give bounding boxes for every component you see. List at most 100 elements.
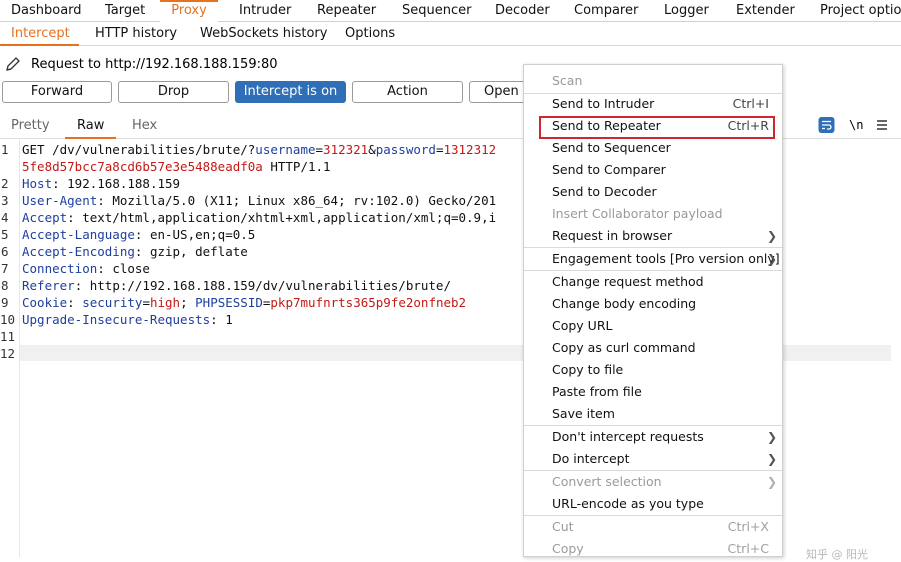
context-menu: Scan Send to Intruder Ctrl+I Send to Repe… <box>523 64 783 557</box>
tab-http-history[interactable]: HTTP history <box>95 22 177 46</box>
header-value: : 192.168.188.159 <box>52 176 181 191</box>
tab-proxy[interactable]: Proxy <box>160 0 218 22</box>
main-tab-bar: Dashboard Target Proxy Intruder Repeater… <box>0 0 901 22</box>
tab-intercept[interactable]: Intercept <box>0 22 79 46</box>
open-browser-button[interactable]: Open B <box>469 81 529 103</box>
header-value: : http://192.168.188.159/dv/vulnerabilit… <box>74 278 451 293</box>
header-value: : 1 <box>210 312 233 327</box>
line-number: 8 <box>1 278 9 293</box>
tab-websockets-history[interactable]: WebSockets history <box>200 22 327 46</box>
header-line: Accept: text/html,application/xhtml+xml,… <box>22 209 496 226</box>
drop-button[interactable]: Drop <box>118 81 229 103</box>
chevron-right-icon: ❯ <box>766 229 777 243</box>
menu-item-convert-selection: Convert selection ❯ <box>524 471 782 493</box>
tab-decoder[interactable]: Decoder <box>495 0 550 22</box>
menu-label: Send to Decoder <box>552 184 657 199</box>
tab-hex[interactable]: Hex <box>132 118 157 133</box>
chevron-right-icon: ❯ <box>766 430 777 444</box>
header-sep: : <box>67 295 83 310</box>
tab-extender[interactable]: Extender <box>736 0 795 22</box>
chevron-right-icon: ❯ <box>766 475 777 489</box>
cookie-value: high <box>149 295 181 310</box>
proxy-sub-tab-bar: Intercept HTTP history WebSockets histor… <box>0 22 901 46</box>
header-line: Upgrade-Insecure-Requests: 1 <box>22 311 233 328</box>
menu-item-copy-to-file[interactable]: Copy to file <box>524 359 782 381</box>
tab-comparer[interactable]: Comparer <box>574 0 638 22</box>
menu-label: Send to Sequencer <box>552 140 671 155</box>
wrap-lines-icon[interactable] <box>818 116 835 134</box>
menu-item-copy-url[interactable]: Copy URL <box>524 315 782 337</box>
pencil-icon <box>6 57 20 71</box>
shortcut-label: Ctrl+X <box>727 519 769 534</box>
line-number: 5 <box>1 227 9 242</box>
param-value: 5fe8d57bcc7a8cd6b57e3e5488eadf0a <box>22 159 263 174</box>
header-value: : text/html,application/xhtml+xml,applic… <box>67 210 497 225</box>
tab-dashboard[interactable]: Dashboard <box>11 0 82 22</box>
menu-item-send-to-comparer[interactable]: Send to Comparer <box>524 159 782 181</box>
header-value: : close <box>97 261 150 276</box>
menu-label: Change request method <box>552 274 704 289</box>
menu-label: Copy as curl command <box>552 340 696 355</box>
menu-item-send-to-sequencer[interactable]: Send to Sequencer <box>524 137 782 159</box>
menu-label: Copy URL <box>552 318 613 333</box>
action-button[interactable]: Action <box>352 81 463 103</box>
shortcut-label: Ctrl+I <box>732 96 769 111</box>
cookie-value: pkp7mufnrts365p9fe2onfneb2 <box>270 295 467 310</box>
header-name: Accept-Encoding <box>22 244 135 259</box>
menu-item-engagement-tools[interactable]: Engagement tools [Pro version only] ❯ <box>524 248 782 270</box>
menu-item-scan: Scan <box>524 70 782 92</box>
menu-item-send-to-decoder[interactable]: Send to Decoder <box>524 181 782 203</box>
menu-item-change-body-encoding[interactable]: Change body encoding <box>524 293 782 315</box>
menu-item-save-item[interactable]: Save item <box>524 403 782 425</box>
tab-options[interactable]: Options <box>345 22 395 46</box>
menu-item-dont-intercept[interactable]: Don't intercept requests ❯ <box>524 426 782 448</box>
param-name: password <box>375 142 436 157</box>
tab-project-options[interactable]: Project option <box>820 0 901 22</box>
tab-logger[interactable]: Logger <box>664 0 709 22</box>
tab-pretty[interactable]: Pretty <box>11 118 50 133</box>
highlight-box <box>539 116 775 139</box>
tab-repeater[interactable]: Repeater <box>317 0 376 22</box>
cookie-eq: = <box>142 295 150 310</box>
header-line: Referer: http://192.168.188.159/dv/vulne… <box>22 277 451 294</box>
menu-item-url-encode-as-you-type[interactable]: URL-encode as you type <box>524 493 782 515</box>
param-eq: = <box>315 142 324 157</box>
request-title: Request to http://192.168.188.159:80 <box>31 57 278 72</box>
menu-label: Cut <box>552 519 574 534</box>
tab-raw[interactable]: Raw <box>65 118 117 139</box>
menu-label: Request in browser <box>552 228 673 243</box>
menu-item-change-request-method[interactable]: Change request method <box>524 271 782 293</box>
header-line: Host: 192.168.188.159 <box>22 175 180 192</box>
intercept-toggle-button[interactable]: Intercept is on <box>235 81 346 103</box>
forward-button[interactable]: Forward <box>2 81 112 103</box>
param-sep: & <box>368 142 376 157</box>
cookie-name: security <box>82 295 143 310</box>
menu-label: Send to Intruder <box>552 96 655 111</box>
chevron-right-icon: ❯ <box>766 252 777 266</box>
menu-item-copy-as-curl[interactable]: Copy as curl command <box>524 337 782 359</box>
header-name: Cookie <box>22 295 68 310</box>
menu-item-request-in-browser[interactable]: Request in browser ❯ <box>524 225 782 247</box>
header-value: : en-US,en;q=0.5 <box>134 227 256 242</box>
request-method-path: GET /dv/vulnerabilities/brute/? <box>22 142 256 157</box>
menu-item-cut: Cut Ctrl+X <box>524 516 782 538</box>
menu-item-send-to-intruder[interactable]: Send to Intruder Ctrl+I <box>524 93 782 115</box>
param-value: 312321 <box>323 142 369 157</box>
menu-label: Copy to file <box>552 362 624 377</box>
tab-target[interactable]: Target <box>105 0 145 22</box>
menu-label: URL-encode as you type <box>552 496 704 511</box>
menu-item-paste-from-file[interactable]: Paste from file <box>524 381 782 403</box>
show-newlines-icon[interactable]: \n <box>849 116 863 134</box>
menu-icon[interactable] <box>876 116 888 134</box>
cookie-sep: ; <box>180 295 196 310</box>
line-number: 2 <box>1 176 9 191</box>
menu-label: Copy <box>552 541 584 556</box>
header-line: Accept-Language: en-US,en;q=0.5 <box>22 226 255 243</box>
header-name: Connection <box>22 261 98 276</box>
tab-sequencer[interactable]: Sequencer <box>402 0 471 22</box>
header-name: Upgrade-Insecure-Requests <box>22 312 211 327</box>
tab-intruder[interactable]: Intruder <box>239 0 291 22</box>
header-name: Accept-Language <box>22 227 135 242</box>
menu-item-do-intercept[interactable]: Do intercept ❯ <box>524 448 782 470</box>
cookie-name: PHPSESSID <box>195 295 263 310</box>
